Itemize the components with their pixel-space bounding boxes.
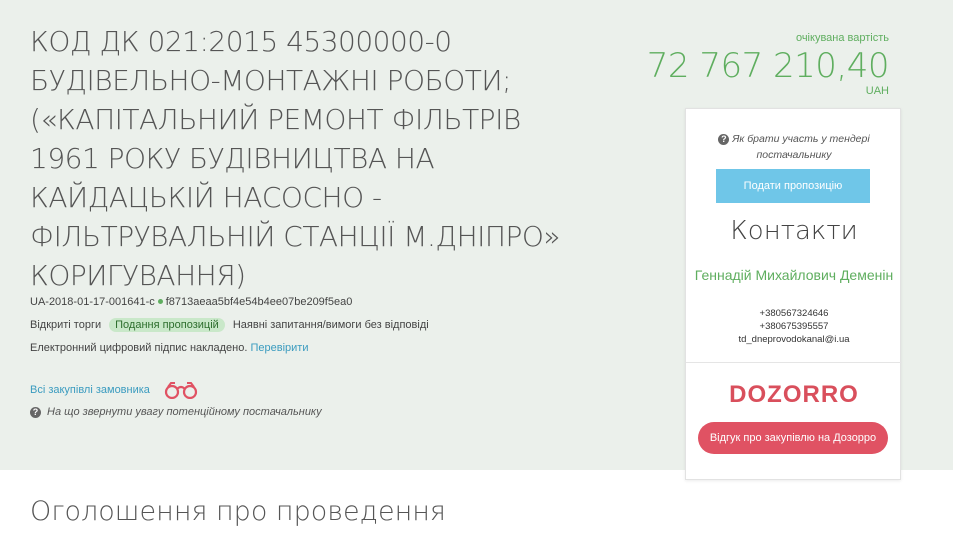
tender-id: UA-2018-01-17-001641-c bbox=[30, 296, 155, 308]
howto-hint[interactable]: ? Як брати участь у тендері постачальник… bbox=[686, 131, 902, 163]
tender-status-row: Відкриті торги Подання пропозицій Наявні… bbox=[30, 318, 429, 332]
questions-status: Наявні запитання/вимоги без відповіді bbox=[232, 319, 429, 331]
price-value: 72 767 210,40 bbox=[646, 46, 890, 86]
signature-text: Електронний цифровий підпис накладено. bbox=[30, 342, 248, 354]
contact-phone-1: +380567324646 bbox=[759, 308, 829, 319]
attention-hint[interactable]: ? На що звернути увагу потенційному пост… bbox=[30, 406, 322, 418]
contact-email: td_dneprovodokanal@i.ua bbox=[738, 334, 850, 345]
dot-separator-icon bbox=[157, 299, 163, 305]
procedure-type: Відкриті торги bbox=[30, 319, 102, 331]
announcement-heading: Оголошення про проведення bbox=[30, 496, 446, 527]
sidebar-panel: ? Як брати участь у тендері постачальник… bbox=[685, 108, 902, 480]
verify-signature-link[interactable]: Перевірити bbox=[250, 342, 308, 354]
contacts-title: Контакти bbox=[730, 216, 858, 246]
binoculars-icon[interactable] bbox=[164, 381, 198, 399]
submit-proposal-button[interactable]: Подати пропозицію bbox=[716, 169, 870, 203]
attention-text: На що звернути увагу потенційному постач… bbox=[47, 406, 322, 418]
all-purchases-row: Всі закупівлі замовника bbox=[30, 381, 198, 399]
howto-text: Як брати участь у тендері постачальнику bbox=[732, 133, 870, 161]
dozorro-logo: DOZORRO bbox=[729, 381, 859, 408]
price-label: очікувана вартість bbox=[795, 32, 889, 44]
price-currency: UAH bbox=[865, 85, 889, 97]
question-icon: ? bbox=[718, 134, 730, 145]
question-icon: ? bbox=[30, 406, 41, 418]
all-purchases-link[interactable]: Всі закупівлі замовника bbox=[30, 384, 150, 396]
tender-title: КОД ДК 021:2015 45300000-0 БУДІВЕЛЬНО-МО… bbox=[30, 25, 561, 292]
status-badge: Подання пропозицій bbox=[109, 318, 225, 332]
contact-name: Геннадій Михайлович Деменін bbox=[694, 267, 894, 283]
dozorro-feedback-button[interactable]: Відгук про закупівлю на Дозорро bbox=[698, 422, 888, 454]
tender-identifiers: UA-2018-01-17-001641-c f8713aeaa5bf4e54b4… bbox=[30, 296, 352, 308]
tender-hash: f8713aeaa5bf4e54b4ee07be209f5ea0 bbox=[165, 296, 353, 308]
signature-row: Електронний цифровий підпис накладено. П… bbox=[30, 342, 308, 354]
divider bbox=[686, 362, 902, 363]
contact-phone-2: +380675395557 bbox=[759, 321, 829, 332]
